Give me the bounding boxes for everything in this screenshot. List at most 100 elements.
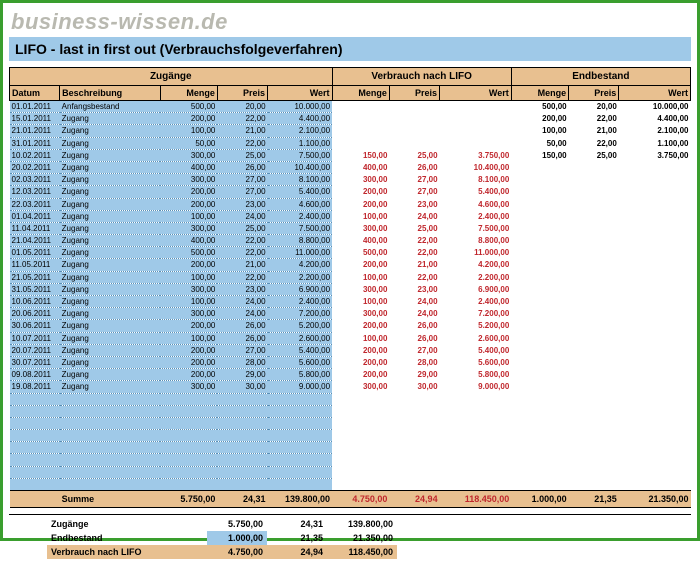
cell-vp: 23,00 [389,198,439,210]
cell-ep [569,356,619,368]
cell-ew [619,332,691,344]
cell-preis: 26,00 [217,161,267,173]
cell-wert: 5.400,00 [268,344,333,356]
cell-vm [332,137,389,149]
cell-preis: 23,00 [217,198,267,210]
cell-ew: 4.400,00 [619,113,691,125]
cell-em [511,198,568,210]
table-row: 21.01.2011Zugang100,0021,002.100,00100,0… [10,125,691,137]
cell-vw: 2.600,00 [440,332,512,344]
summary-val: 118.450,00 [327,545,397,559]
cell-ew [619,320,691,332]
cell-vp: 22,00 [389,271,439,283]
summary-label: Endbestand [47,531,207,545]
cell-menge: 300,00 [160,174,217,186]
summary-val: 24,31 [267,517,327,531]
cell-ep [569,198,619,210]
cell-wert: 8.100,00 [268,174,333,186]
cell-date: 12.03.2011 [10,186,60,198]
cell-desc: Zugang [60,149,160,161]
cell-menge: 100,00 [160,332,217,344]
cell-ew: 1.100,00 [619,137,691,149]
col-menge-e: Menge [511,86,568,101]
cell-menge: 500,00 [160,247,217,259]
cell-wert: 10.000,00 [268,101,333,113]
cell-preis: 21,00 [217,259,267,271]
table-row: 10.02.2011Zugang300,0025,007.500,00150,0… [10,149,691,161]
cell-ep [569,296,619,308]
summary-verbrauch: Verbrauch nach LIFO 4.750,00 24,94 118.4… [9,545,397,559]
cell-wert: 4.200,00 [268,259,333,271]
cell-wert: 5.600,00 [268,356,333,368]
col-desc: Beschreibung [60,86,160,101]
cell-wert: 4.600,00 [268,198,333,210]
cell-ep: 21,00 [569,125,619,137]
cell-vw [440,137,512,149]
cell-ep: 25,00 [569,149,619,161]
cell-vm: 200,00 [332,259,389,271]
cell-wert: 5.400,00 [268,186,333,198]
cell-wert: 4.400,00 [268,113,333,125]
cell-vm: 400,00 [332,235,389,247]
cell-wert: 8.800,00 [268,235,333,247]
cell-date: 20.02.2011 [10,161,60,173]
cell-desc: Zugang [60,271,160,283]
table-row: 20.02.2011Zugang400,0026,0010.400,00400,… [10,161,691,173]
cell-desc: Zugang [60,222,160,234]
group-header-consumption: Verbrauch nach LIFO [332,68,511,86]
cell-ep [569,161,619,173]
summary-val-highlight: 1.000,00 [207,531,267,545]
table-row: 02.03.2011Zugang300,0027,008.100,00300,0… [10,174,691,186]
cell-vw: 5.200,00 [440,320,512,332]
cell-vp: 27,00 [389,186,439,198]
cell-preis: 21,00 [217,125,267,137]
cell-ep [569,344,619,356]
cell-vp [389,137,439,149]
cell-vp: 26,00 [389,320,439,332]
cell-date: 11.04.2011 [10,222,60,234]
cell-date: 31.01.2011 [10,137,60,149]
empty-row [10,466,691,478]
cell-vw: 6.900,00 [440,283,512,295]
cell-desc: Zugang [60,381,160,393]
cell-preis: 24,00 [217,210,267,222]
table-row: 11.04.2011Zugang300,0025,007.500,00300,0… [10,222,691,234]
cell-menge: 200,00 [160,320,217,332]
cell-em [511,235,568,247]
cell-em: 50,00 [511,137,568,149]
cell-vp: 27,00 [389,174,439,186]
empty-row [10,454,691,466]
table-row: 01.01.2011Anfangsbestand500,0020,0010.00… [10,101,691,113]
cell-wert: 10.400,00 [268,161,333,173]
cell-menge: 100,00 [160,296,217,308]
cell-date: 15.01.2011 [10,113,60,125]
cell-ep [569,210,619,222]
cell-vp: 25,00 [389,222,439,234]
cell-preis: 27,00 [217,174,267,186]
table-row: 20.06.2011Zugang300,0024,007.200,00300,0… [10,308,691,320]
cell-ew [619,356,691,368]
cell-vw: 2.200,00 [440,271,512,283]
cell-desc: Zugang [60,356,160,368]
cell-em [511,210,568,222]
cell-ep [569,247,619,259]
cell-ew [619,222,691,234]
cell-vp: 30,00 [389,381,439,393]
cell-preis: 22,00 [217,271,267,283]
cell-date: 11.05.2011 [10,259,60,271]
cell-vp: 29,00 [389,369,439,381]
cell-vw: 5.400,00 [440,186,512,198]
lifo-table: Zugänge Verbrauch nach LIFO Endbestand D… [9,67,691,508]
cell-vm: 200,00 [332,320,389,332]
cell-wert: 5.200,00 [268,320,333,332]
cell-em [511,247,568,259]
cell-vw: 9.000,00 [440,381,512,393]
cell-vm: 150,00 [332,149,389,161]
cell-preis: 28,00 [217,356,267,368]
cell-ew [619,344,691,356]
cell-em [511,320,568,332]
cell-menge: 200,00 [160,198,217,210]
cell-em [511,186,568,198]
cell-vw: 2.400,00 [440,296,512,308]
cell-vw: 2.400,00 [440,210,512,222]
